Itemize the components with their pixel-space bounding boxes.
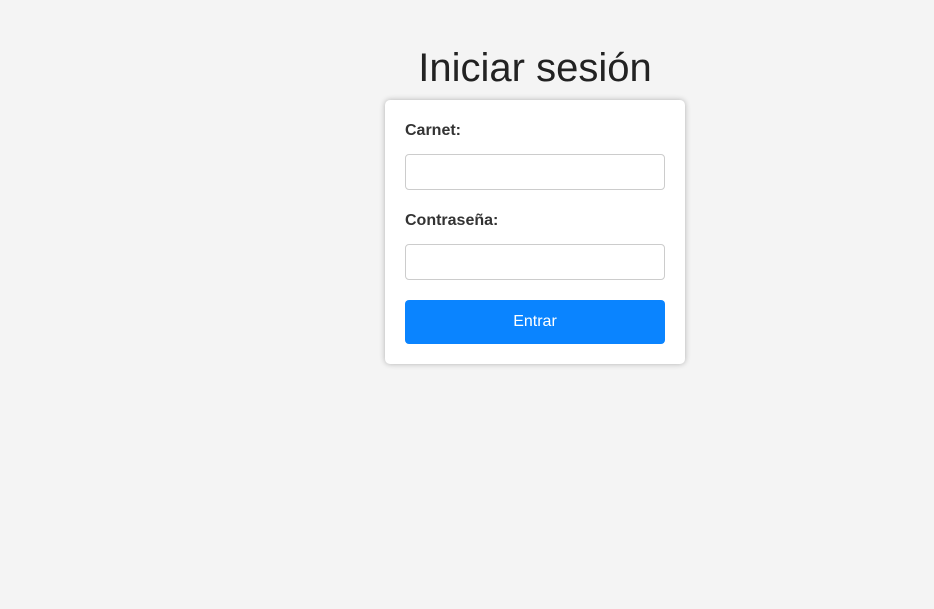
carnet-input[interactable] bbox=[405, 154, 665, 190]
password-label: Contraseña: bbox=[405, 212, 499, 229]
password-input[interactable] bbox=[405, 244, 665, 280]
login-form: Carnet: Contraseña: Entrar bbox=[385, 100, 685, 364]
page-title: Iniciar sesión bbox=[418, 46, 652, 90]
submit-button[interactable]: Entrar bbox=[405, 300, 665, 344]
carnet-label: Carnet: bbox=[405, 122, 462, 139]
login-page: { "page": { "title": "Iniciar sesión" },… bbox=[0, 0, 934, 609]
